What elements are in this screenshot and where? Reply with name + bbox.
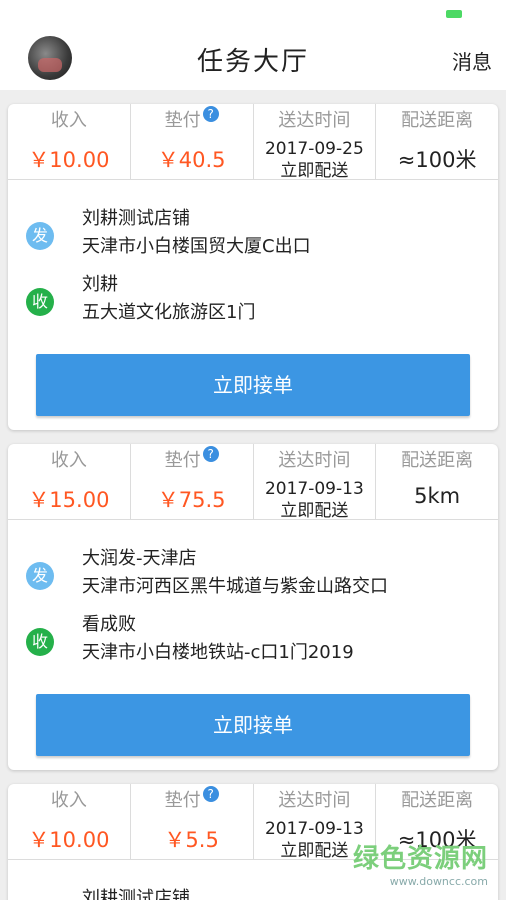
sender-name: 刘耕测试店铺 [82,888,190,900]
sender-row: 发 大润发-天津店 天津市河西区黑牛城道与紫金山路交口 [8,540,498,602]
advance-label: 垫付 [164,110,201,131]
income-label: 收入 [50,450,87,471]
time-label: 送达时间 [278,790,351,811]
income-cell: 收入 ￥10.00 [8,104,131,179]
watermark-url: www.downcc.com [389,875,488,888]
receiver-name: 刘耕 [82,274,118,295]
sender-row: 发 刘耕测试店铺 天津市小白楼国贸大厦C出口 [8,200,498,262]
distance-label: 配送距离 [401,110,474,131]
app-header: 任务大厅 消息 [0,28,506,90]
distance-cell: 配送距离 5km [376,444,498,519]
income-cell: 收入 ￥15.00 [8,444,131,519]
sender-name: 大润发-天津店 [82,548,197,569]
sender-name: 刘耕测试店铺 [82,208,190,229]
income-cell: 收入 ￥10.00 [8,784,131,859]
watermark: 绿色资源网 www.downcc.com [353,838,488,888]
receiver-row: 收 刘耕 五大道文化旅游区1门 [8,266,498,328]
distance-label: 配送距离 [401,450,474,471]
receive-icon: 收 [26,628,54,656]
advance-cell: 垫付? ￥40.5 [131,104,254,179]
advance-value: ￥40.5 [157,148,226,172]
sender-address: 天津市小白楼国贸大厦C出口 [82,236,311,257]
order-card: 收入 ￥15.00 垫付? ￥75.5 送达时间 2017-09-13 立即配送… [8,444,498,770]
receiver-address: 天津市小白楼地铁站-c口1门2019 [82,642,354,663]
order-stats: 收入 ￥10.00 垫付? ￥40.5 送达时间 2017-09-25 立即配送… [8,104,498,181]
status-bar [0,0,506,28]
help-icon[interactable]: ? [202,106,219,122]
avatar[interactable] [28,36,72,80]
send-icon: 发 [26,562,54,590]
income-value: ￥10.00 [28,148,110,172]
receiver-address: 五大道文化旅游区1门 [82,302,256,323]
advance-cell: 垫付? ￥5.5 [131,784,254,859]
time-label: 送达时间 [278,450,351,471]
advance-label: 垫付 [164,790,201,811]
income-value: ￥15.00 [28,488,110,512]
sender-address: 天津市河西区黑牛城道与紫金山路交口 [82,576,388,597]
time-value: 2017-09-13 立即配送 [264,479,364,521]
distance-value: 5km [414,484,461,508]
advance-cell: 垫付? ￥75.5 [131,444,254,519]
help-icon[interactable]: ? [202,786,219,802]
income-value: ￥10.00 [28,828,110,852]
distance-value: ≈100米 [397,148,477,172]
send-icon: 发 [26,222,54,250]
receiver-name: 看成败 [82,614,136,635]
advance-value: ￥75.5 [157,488,226,512]
messages-button[interactable]: 消息 [452,46,492,75]
advance-value: ￥5.5 [164,828,219,852]
accept-order-button[interactable]: 立即接单 [36,354,470,416]
receive-icon: 收 [26,288,54,316]
help-icon[interactable]: ? [202,446,219,462]
receiver-row: 收 看成败 天津市小白楼地铁站-c口1门2019 [8,606,498,668]
distance-cell: 配送距离 ≈100米 [376,104,498,179]
time-cell: 送达时间 2017-09-25 立即配送 [254,104,377,181]
advance-label: 垫付 [164,450,201,471]
page-title: 任务大厅 [196,46,309,77]
accept-order-button[interactable]: 立即接单 [36,694,470,756]
battery-icon [446,10,462,18]
income-label: 收入 [50,110,87,131]
time-cell: 送达时间 2017-09-13 立即配送 [254,444,377,521]
order-card: 收入 ￥10.00 垫付? ￥40.5 送达时间 2017-09-25 立即配送… [8,104,498,430]
income-label: 收入 [50,790,87,811]
order-stats: 收入 ￥15.00 垫付? ￥75.5 送达时间 2017-09-13 立即配送… [8,444,498,521]
time-value: 2017-09-25 立即配送 [264,139,364,181]
time-label: 送达时间 [278,110,351,131]
distance-label: 配送距离 [401,790,474,811]
watermark-text: 绿色资源网 [352,844,488,874]
